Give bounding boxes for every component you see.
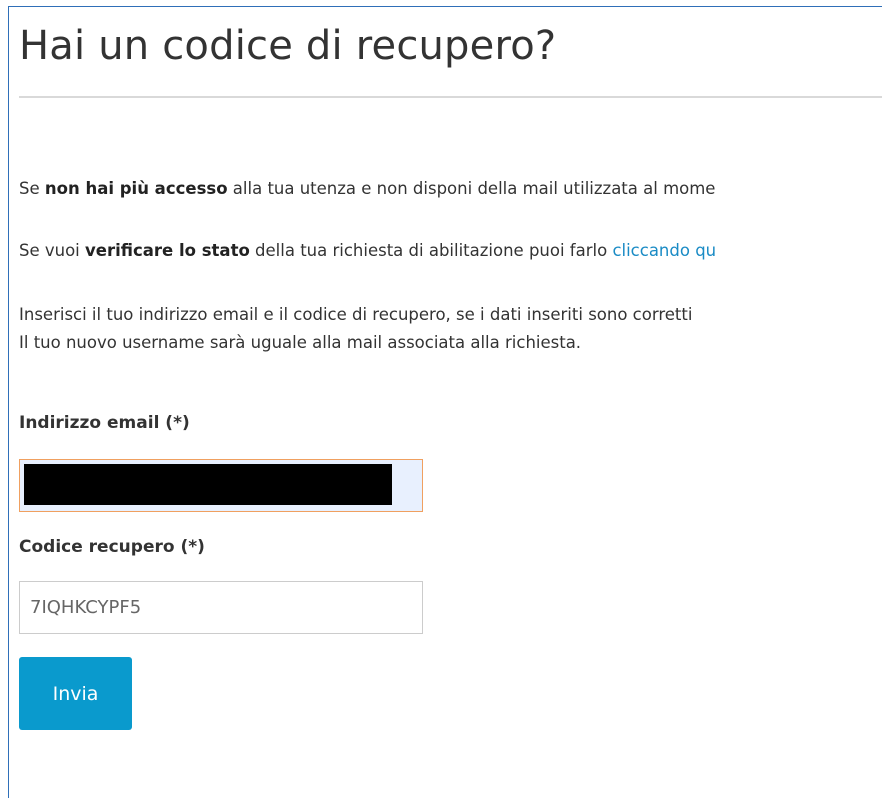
no-access-emphasis: non hai più accesso — [44, 179, 228, 198]
instructions-paragraph: Inserisci il tuo indirizzo email e il co… — [19, 301, 692, 357]
email-field[interactable] — [19, 459, 423, 512]
verify-status-text-start: Se vuoi — [19, 241, 86, 260]
submit-button[interactable]: Invia — [19, 657, 132, 730]
no-access-paragraph: Se non hai più accesso alla tua utenza e… — [19, 175, 715, 203]
redaction-bar — [24, 464, 392, 505]
page-title: Hai un codice di recupero? — [19, 23, 557, 69]
verify-status-link[interactable]: cliccando qu — [612, 241, 716, 260]
content-panel: Hai un codice di recupero? Se non hai pi… — [8, 6, 882, 798]
verify-status-paragraph: Se vuoi verificare lo stato della tua ri… — [19, 237, 716, 265]
code-label: Codice recupero (*) — [19, 537, 205, 557]
no-access-text-start: Se — [19, 179, 45, 198]
verify-status-emphasis: verificare lo stato — [85, 241, 250, 260]
recovery-code-value: 7IQHKCYPF5 — [30, 597, 142, 618]
instructions-line-1: Inserisci il tuo indirizzo email e il co… — [19, 305, 693, 324]
title-divider — [19, 96, 882, 98]
verify-status-text-end: della tua richiesta di abilitazione puoi… — [249, 241, 613, 260]
instructions-line-2: Il tuo nuovo username sarà uguale alla m… — [19, 333, 582, 352]
email-label: Indirizzo email (*) — [19, 413, 190, 433]
recovery-code-field[interactable]: 7IQHKCYPF5 — [19, 581, 423, 634]
no-access-text-end: alla tua utenza e non disponi della mail… — [227, 179, 716, 198]
